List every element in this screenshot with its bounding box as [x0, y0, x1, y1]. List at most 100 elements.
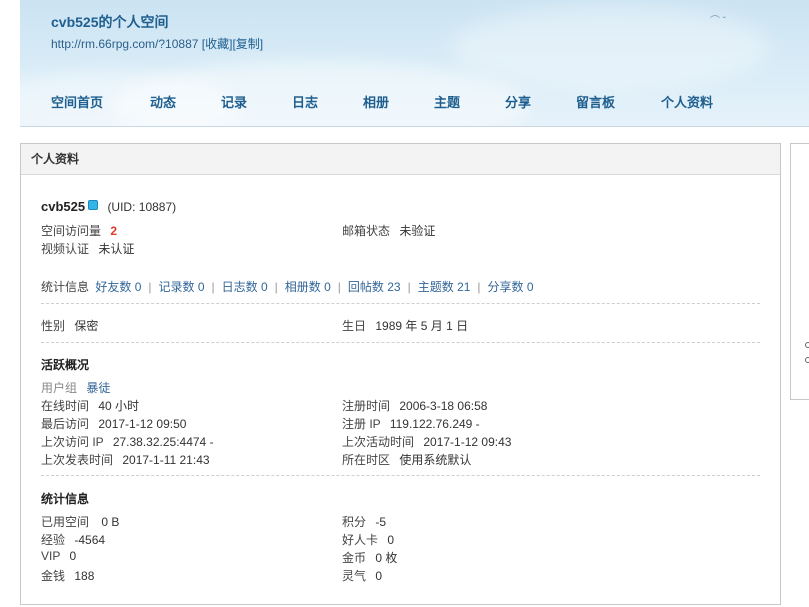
- side-bullet-icon: [805, 342, 809, 348]
- nav-share[interactable]: 分享: [505, 92, 531, 111]
- space-nav: 空间首页 动态 记录 日志 相册 主题 分享 留言板 个人资料: [20, 92, 809, 112]
- username-line: cvb525 (UID: 10887): [41, 199, 176, 214]
- register-ip-row: 注册 IP 119.122.76.249 -: [342, 415, 480, 432]
- nav-threads[interactable]: 主题: [434, 92, 460, 111]
- online-row: 在线时间 40 小时: [41, 397, 139, 414]
- divider: [41, 303, 760, 304]
- stat-separator: |: [211, 280, 215, 294]
- online-status-icon: [88, 200, 99, 210]
- vip-label: VIP: [41, 549, 61, 563]
- register-label: 注册时间: [342, 399, 391, 413]
- money-row: 金钱 188: [41, 567, 94, 584]
- stat-separator: |: [337, 280, 341, 294]
- email-row: 邮箱状态 未验证: [342, 222, 435, 239]
- stats-line: 统计信息 好友数 0 | 记录数 0 | 日志数 0 | 相册数 0 | 回帖数 23 | 主题数 …: [41, 278, 534, 295]
- last-ip-value: 27.38.32.25:4474 -: [112, 435, 214, 449]
- space-title: cvb525的个人空间: [51, 14, 169, 30]
- last-active-label: 上次活动时间: [342, 435, 415, 449]
- favorite-link[interactable]: [收藏]: [202, 37, 233, 51]
- side-bullet-icon: [805, 357, 809, 363]
- spirit-row: 灵气 0: [342, 567, 382, 584]
- stat-records[interactable]: 记录数 0: [159, 280, 205, 294]
- space-row: 已用空间 0 B: [41, 513, 119, 530]
- stat-separator: |: [477, 280, 481, 294]
- stat-threads[interactable]: 主题数 21: [418, 280, 471, 294]
- username: cvb525: [41, 199, 86, 214]
- gender-row: 性别 保密: [41, 317, 98, 334]
- birthday-row: 生日 1989 年 5 月 1 日: [342, 317, 468, 334]
- money-value: 188: [74, 569, 95, 583]
- online-label: 在线时间: [41, 399, 90, 413]
- stats-label: 统计信息: [41, 280, 90, 294]
- visits-value: 2: [110, 224, 118, 238]
- money-label: 金钱: [41, 569, 66, 583]
- last-active-value: 2017-1-12 09:43: [423, 435, 512, 449]
- goodcard-label: 好人卡: [342, 533, 379, 547]
- panel-title: 个人资料: [21, 144, 780, 175]
- space-value: 0 B: [101, 515, 120, 529]
- stat-albums[interactable]: 相册数 0: [285, 280, 331, 294]
- exp-row: 经验 -4564: [41, 531, 105, 548]
- visits-row: 空间访问量 2: [41, 222, 117, 239]
- nav-blog[interactable]: 日志: [292, 92, 318, 111]
- birthday-label: 生日: [342, 319, 367, 333]
- points-label: 积分: [342, 515, 367, 529]
- register-ip-value: 119.122.76.249 -: [389, 417, 480, 431]
- usergroup-row: 用户组 暴徒: [41, 379, 110, 396]
- register-ip-label: 注册 IP: [342, 417, 381, 431]
- space-url[interactable]: http://rm.66rpg.com/?10887: [51, 37, 198, 51]
- timezone-label: 所在时区: [342, 453, 391, 467]
- space-label: 已用空间: [41, 515, 90, 529]
- stat-replies[interactable]: 回帖数 23: [348, 280, 401, 294]
- nav-guestbook[interactable]: 留言板: [576, 92, 615, 111]
- last-visit-row: 最后访问 2017-1-12 09:50: [41, 415, 186, 432]
- copy-link[interactable]: [复制]: [232, 37, 263, 51]
- stat-separator: |: [148, 280, 152, 294]
- statinfo-title: 统计信息: [41, 492, 90, 506]
- gold-value: 0 枚: [375, 551, 398, 565]
- last-post-row: 上次发表时间 2017-1-11 21:43: [41, 451, 210, 468]
- video-label: 视频认证: [41, 242, 90, 256]
- last-visit-label: 最后访问: [41, 417, 90, 431]
- points-row: 积分 -5: [342, 513, 386, 530]
- divider: [41, 342, 760, 343]
- timezone-value: 使用系统默认: [399, 453, 472, 467]
- activity-title: 活跃概况: [41, 358, 90, 372]
- timezone-row: 所在时区 使用系统默认: [342, 451, 471, 468]
- email-value: 未验证: [399, 224, 436, 238]
- stat-shares[interactable]: 分享数 0: [488, 280, 534, 294]
- goodcard-row: 好人卡 0: [342, 531, 394, 548]
- stat-separator: |: [407, 280, 411, 294]
- exp-label: 经验: [41, 533, 66, 547]
- register-row: 注册时间 2006-3-18 06:58: [342, 397, 487, 414]
- birthday-value: 1989 年 5 月 1 日: [375, 319, 469, 333]
- space-url-line: http://rm.66rpg.com/?10887 [收藏][复制]: [51, 35, 263, 52]
- gender-value: 保密: [74, 319, 99, 333]
- bird-decoration-icon: ⌒ ˘: [710, 16, 727, 27]
- stat-friends[interactable]: 好友数 0: [95, 280, 141, 294]
- video-value: 未认证: [98, 242, 135, 256]
- nav-album[interactable]: 相册: [363, 92, 389, 111]
- visits-label: 空间访问量: [41, 224, 102, 238]
- last-post-label: 上次发表时间: [41, 453, 114, 467]
- last-post-value: 2017-1-11 21:43: [122, 453, 210, 467]
- vip-row: VIP 0: [41, 549, 76, 563]
- last-visit-value: 2017-1-12 09:50: [98, 417, 187, 431]
- stat-separator: |: [274, 280, 278, 294]
- spirit-value: 0: [375, 569, 383, 583]
- last-active-row: 上次活动时间 2017-1-12 09:43: [342, 433, 511, 450]
- usergroup-value[interactable]: 暴徒: [86, 381, 110, 395]
- gender-label: 性别: [41, 319, 66, 333]
- nav-records[interactable]: 记录: [221, 92, 247, 111]
- stat-blogs[interactable]: 日志数 0: [222, 280, 268, 294]
- email-label: 邮箱状态: [342, 224, 391, 238]
- points-value: -5: [375, 515, 387, 529]
- video-row: 视频认证 未认证: [41, 240, 134, 257]
- usergroup-label: 用户组: [41, 381, 78, 395]
- nav-feed[interactable]: 动态: [150, 92, 176, 111]
- nav-home[interactable]: 空间首页: [51, 92, 103, 111]
- register-value: 2006-3-18 06:58: [399, 399, 488, 413]
- vip-value: 0: [69, 549, 77, 563]
- user-uid: (UID: 10887): [107, 200, 177, 214]
- nav-profile[interactable]: 个人资料: [661, 92, 713, 111]
